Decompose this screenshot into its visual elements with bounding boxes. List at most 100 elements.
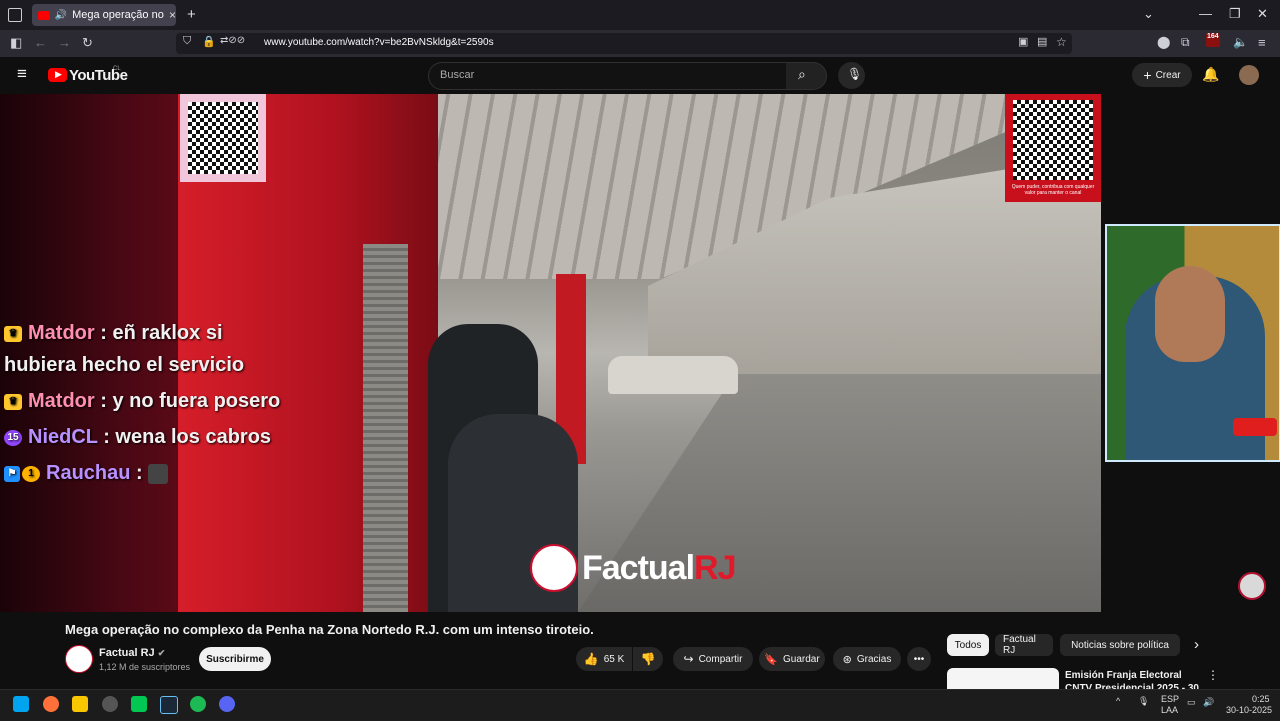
video-player[interactable]: Quem puder, contribua com qualquer valor… <box>0 94 1280 612</box>
url-text[interactable]: www.youtube.com/watch?v=be2BvNSkldg&t=25… <box>264 37 494 48</box>
permissions-icon[interactable]: ⇄⊘⊘ <box>220 35 245 46</box>
chat-user: Matdor <box>28 390 95 412</box>
hamburger-menu-icon[interactable]: ≡ <box>17 65 27 82</box>
menu-icon[interactable]: ≡ <box>1258 35 1266 50</box>
qr-code-right: Quem puder, contribua com qualquer valor… <box>1005 94 1101 202</box>
subscribe-button[interactable]: Suscribirme <box>199 647 271 671</box>
reload-icon[interactable]: ↻ <box>82 35 93 51</box>
channel-avatar[interactable] <box>65 645 93 673</box>
chat-user: Rauchau <box>46 462 131 484</box>
save-label: Guardar <box>783 653 820 665</box>
language-code[interactable]: ESP <box>1161 694 1179 704</box>
chip-todos[interactable]: Todos <box>947 634 989 656</box>
tab-title: Mega operação no complexo <box>72 9 167 21</box>
pip-icon[interactable]: ▣ <box>1018 35 1028 48</box>
tray-chevron-icon[interactable]: ^ <box>1116 696 1120 706</box>
avatar[interactable] <box>1239 65 1259 85</box>
share-label: Compartir <box>698 653 743 665</box>
file-explorer-icon[interactable] <box>72 696 88 712</box>
more-icon: ••• <box>913 653 925 665</box>
mic-tray-icon[interactable]: 🎙 <box>1138 696 1149 707</box>
chevron-right-icon[interactable]: › <box>1194 636 1199 653</box>
play-icon: ▶ <box>55 69 62 79</box>
youtube-favicon-icon <box>38 10 50 20</box>
microphone-image <box>1233 418 1277 436</box>
recommended-title[interactable]: Emisión Franja Electoral CNTV Presidenci… <box>1065 669 1205 689</box>
forward-icon[interactable]: → <box>58 35 71 50</box>
search-input[interactable] <box>428 62 788 90</box>
discord-icon[interactable] <box>219 696 235 712</box>
recommended-thumbnail[interactable] <box>947 668 1059 690</box>
new-tab-icon[interactable]: + <box>187 6 196 23</box>
channel-watermark: FactualRJ <box>530 544 737 592</box>
steam-icon[interactable] <box>160 696 178 714</box>
search-icon: ⌕ <box>798 66 806 82</box>
speaker-icon[interactable]: 🔊 <box>55 10 67 21</box>
chevron-down-icon[interactable]: ⌄ <box>1143 6 1154 22</box>
thanks-button[interactable]: ⊛ Gracias <box>833 647 901 671</box>
chat-text: hubiera hecho el servicio <box>4 354 245 376</box>
close-tab-icon[interactable]: × <box>169 8 176 22</box>
channel-name-text: Factual RJ <box>99 647 155 659</box>
window-close-icon[interactable]: ✕ <box>1257 6 1268 22</box>
firefox-icon[interactable] <box>43 696 59 712</box>
chat-text: : <box>136 462 143 484</box>
gift-badge-icon: 1 <box>22 465 40 482</box>
record-icon <box>1238 572 1266 600</box>
tab-list-icon[interactable] <box>8 8 22 22</box>
bookmark-star-icon[interactable]: ☆ <box>1056 35 1067 49</box>
streamer-head <box>1155 266 1225 362</box>
share-icon: ↪ <box>683 652 694 666</box>
volume-tray-icon[interactable]: 🔊 <box>1203 697 1214 708</box>
search-button[interactable] <box>786 62 827 90</box>
qr-caption: Quem puder, contribua com qualquer valor… <box>1011 184 1095 196</box>
reader-icon[interactable]: ▤ <box>1037 35 1047 48</box>
shutter-image <box>363 244 408 612</box>
prime-badge-icon: ⚑ <box>4 465 20 482</box>
thumbs-up-icon: 👍 <box>583 652 599 666</box>
minimize-icon[interactable]: — <box>1199 6 1212 21</box>
back-icon[interactable]: ← <box>34 35 47 50</box>
sidebar-icon[interactable]: ◧ <box>10 35 22 51</box>
verified-icon: ✔ <box>157 648 166 658</box>
volume-icon[interactable]: 🔈 <box>1233 35 1248 49</box>
clock-date[interactable]: 30-10-2025 <box>1226 705 1272 715</box>
kebab-menu-icon[interactable]: ⋮ <box>1207 668 1219 682</box>
save-button[interactable]: 🔖 Guardar <box>759 647 825 671</box>
network-icon[interactable]: ▭ <box>1187 697 1196 708</box>
restore-icon[interactable]: ❐ <box>1229 6 1241 22</box>
more-actions-button[interactable]: ••• <box>907 647 931 671</box>
like-button[interactable]: 👍 65 K <box>576 647 632 671</box>
channel-name[interactable]: Factual RJ ✔ <box>99 647 165 659</box>
chip-factual-rj[interactable]: Factual RJ <box>995 634 1053 656</box>
chat-line: ♛ Matdor : y no fuera posero <box>4 390 280 413</box>
video-title: Mega operação no complexo da Penha na Zo… <box>65 622 594 637</box>
thumbs-down-icon: 👎 <box>640 652 656 666</box>
like-count: 65 K <box>603 653 625 665</box>
shield-icon[interactable]: ⛉ <box>183 35 191 48</box>
video-scene <box>178 94 1101 612</box>
share-button[interactable]: ↪ Compartir <box>673 647 753 671</box>
streaming-app-icon[interactable] <box>131 696 147 712</box>
chip-politica[interactable]: Noticias sobre política <box>1060 634 1180 656</box>
burned-car-image <box>608 356 738 394</box>
language-region[interactable]: LAA <box>1161 705 1178 715</box>
plus-icon: + <box>1143 67 1152 83</box>
clock-time[interactable]: 0:25 <box>1252 694 1270 704</box>
create-button[interactable]: + Crear <box>1132 63 1192 87</box>
extensions-icon[interactable]: ⧉ <box>1181 35 1190 50</box>
create-label: Crear <box>1155 69 1181 81</box>
country-code: CL <box>113 66 121 72</box>
windows-start-icon[interactable] <box>13 696 29 712</box>
spotify-icon[interactable] <box>190 696 206 712</box>
lock-icon[interactable]: 🔒 <box>202 35 216 48</box>
dislike-button[interactable]: 👎 <box>633 647 663 671</box>
browser-tab[interactable]: 🔊 Mega operação no complexo × <box>32 4 176 26</box>
bookmark-icon: 🔖 <box>764 653 778 666</box>
chat-user: NiedCL <box>28 426 98 448</box>
thanks-label: Gracias <box>856 653 892 665</box>
extension-shield-icon[interactable]: ⬤ <box>1157 35 1170 49</box>
thanks-icon: ⊛ <box>842 653 852 666</box>
notifications-bell-icon[interactable]: 🔔 <box>1202 66 1219 83</box>
app-icon[interactable] <box>102 696 118 712</box>
